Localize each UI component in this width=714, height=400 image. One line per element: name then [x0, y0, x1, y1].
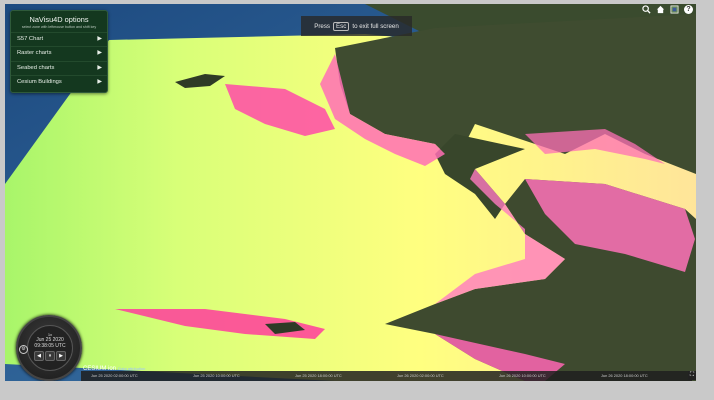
clock-face: 1x Jun 25 2020 09:38:05 UTC ◀ ⏸ ▶	[27, 325, 73, 371]
panel-subtitle: select zone with leftmouse button and sh…	[21, 25, 97, 29]
pause-button[interactable]: ⏸	[45, 351, 55, 361]
menu-item-label: Cesium Buildings	[17, 79, 62, 86]
rewind-button[interactable]: ◀	[34, 351, 44, 361]
globe-viewer[interactable]: NaVisu4D options select zone with leftmo…	[5, 4, 696, 381]
page-margin	[696, 0, 714, 400]
chevron-right-icon: ▶	[97, 36, 102, 42]
menu-item-raster-charts[interactable]: Raster charts ▶	[11, 46, 107, 60]
search-icon	[642, 5, 651, 14]
menu-item-s57-chart[interactable]: S57 Chart ▶	[11, 32, 107, 46]
clock-controls: ◀ ⏸ ▶	[28, 351, 72, 361]
hint-rest: to exit full screen	[352, 22, 399, 30]
clock-time: 09:38:05 UTC	[34, 343, 66, 349]
esc-key: Esc	[333, 21, 350, 31]
help-button[interactable]: ?	[683, 4, 694, 15]
timeline-tick: Jun 26 2020 18:00:00 UTC	[601, 373, 648, 378]
menu-item-seabed-charts[interactable]: Seabed charts ▶	[11, 60, 107, 75]
play-button[interactable]: ▶	[56, 351, 66, 361]
chevron-right-icon: ▶	[97, 50, 102, 57]
search-button[interactable]	[641, 4, 652, 15]
menu-item-label: S57 Chart	[17, 36, 44, 42]
help-icon: ?	[684, 5, 693, 14]
map-scene[interactable]	[5, 4, 696, 381]
menu-item-label: Seabed charts	[17, 64, 55, 71]
options-panel: NaVisu4D options select zone with leftmo…	[10, 10, 108, 93]
timeline-tick: Jun 25 2020 18:00:00 UTC	[295, 373, 342, 378]
layers-icon	[670, 5, 679, 14]
menu-item-cesium-buildings[interactable]: Cesium Buildings ▶	[11, 75, 107, 89]
hint-press: Press	[314, 22, 331, 30]
timeline-tick: Jun 26 2020 02:00:00 UTC	[397, 373, 444, 378]
timeline-tick: Jun 25 2020 02:00:00 UTC	[91, 373, 138, 378]
chevron-right-icon: ▶	[97, 64, 102, 71]
home-button[interactable]	[655, 4, 666, 15]
home-icon	[656, 5, 665, 14]
panel-title: NaVisu4D options	[29, 15, 89, 24]
gear-icon[interactable]: ⚙	[19, 345, 28, 354]
menu-item-label: Raster charts	[17, 50, 52, 57]
fullscreen-hint: Press Esc to exit full screen	[301, 16, 412, 36]
timeline-tick: Jun 25 2020 10:00:00 UTC	[193, 373, 240, 378]
layers-button[interactable]	[669, 4, 680, 15]
timeline[interactable]: Jun 25 2020 02:00:00 UTC Jun 25 2020 10:…	[81, 371, 692, 381]
timeline-tick: Jun 26 2020 10:00:00 UTC	[499, 373, 546, 378]
chevron-right-icon: ▶	[97, 79, 102, 86]
fullscreen-button[interactable]: ⛶	[688, 371, 696, 380]
